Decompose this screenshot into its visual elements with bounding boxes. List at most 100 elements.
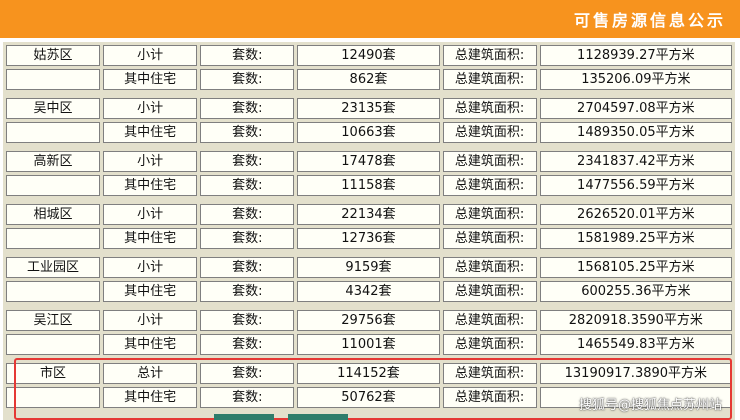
- gap-cell: [6, 252, 732, 254]
- count-value: 50762套: [297, 387, 440, 408]
- count-value: 12490套: [297, 45, 440, 66]
- row-type-label: 小计: [103, 310, 198, 331]
- row-gap: [6, 199, 732, 201]
- table-row: 其中住宅 套数: 862套 总建筑面积: 135206.09平方米: [6, 69, 732, 90]
- count-label: 套数:: [200, 122, 295, 143]
- area-label: 总建筑面积:: [442, 257, 537, 278]
- area-label: 总建筑面积:: [442, 334, 537, 355]
- row-gap: [6, 146, 732, 148]
- row-type-label: 其中住宅: [103, 122, 198, 143]
- row-type-label: 其中住宅: [103, 387, 198, 408]
- listing-table: 姑苏区 小计 套数: 12490套 总建筑面积: 1128939.27平方米 其中住宅 套数:…: [3, 42, 735, 411]
- row-type-label: 小计: [103, 204, 198, 225]
- count-label: 套数:: [200, 363, 295, 384]
- count-label: 套数:: [200, 175, 295, 196]
- row-type-label: 其中住宅: [103, 69, 198, 90]
- count-label: 套数:: [200, 334, 295, 355]
- area-value: 1581989.25平方米: [539, 228, 732, 249]
- count-label: 套数:: [200, 69, 295, 90]
- gap-cell: [6, 199, 732, 201]
- area-value: 1568105.25平方米: [539, 257, 732, 278]
- district-name: 高新区: [6, 151, 101, 172]
- district-name-empty: [6, 228, 101, 249]
- area-value: 1465549.83平方米: [539, 334, 732, 355]
- district-name: 相城区: [6, 204, 101, 225]
- count-label: 套数:: [200, 257, 295, 278]
- district-name-empty: [6, 175, 101, 196]
- area-value: 135206.09平方米: [539, 69, 732, 90]
- gap-cell: [6, 305, 732, 307]
- table-row: 姑苏区 小计 套数: 12490套 总建筑面积: 1128939.27平方米: [6, 45, 732, 66]
- area-label: 总建筑面积:: [442, 175, 537, 196]
- area-value: 2704597.08平方米: [539, 98, 732, 119]
- area-label: 总建筑面积:: [442, 204, 537, 225]
- page-header: 可售房源信息公示: [0, 0, 740, 38]
- table-row: 市区 总计 套数: 114152套 总建筑面积: 13190917.3890平方米: [6, 363, 732, 384]
- district-name: 吴江区: [6, 310, 101, 331]
- district-name: 市区: [6, 363, 101, 384]
- watermark: 搜狐号@搜狐焦点苏州站: [578, 398, 722, 413]
- count-value: 114152套: [297, 363, 440, 384]
- count-value: 29756套: [297, 310, 440, 331]
- row-type-label: 小计: [103, 45, 198, 66]
- row-type-label: 其中住宅: [103, 334, 198, 355]
- district-name-empty: [6, 281, 101, 302]
- area-value: 1477556.59平方米: [539, 175, 732, 196]
- area-label: 总建筑面积:: [442, 122, 537, 143]
- area-label: 总建筑面积:: [442, 363, 537, 384]
- gap-cell: [6, 93, 732, 95]
- count-value: 862套: [297, 69, 440, 90]
- row-type-label: 小计: [103, 98, 198, 119]
- district-name-empty: [6, 334, 101, 355]
- count-value: 22134套: [297, 204, 440, 225]
- count-label: 套数:: [200, 387, 295, 408]
- count-label: 套数:: [200, 310, 295, 331]
- area-value: 1489350.05平方米: [539, 122, 732, 143]
- table-row: 其中住宅 套数: 11158套 总建筑面积: 1477556.59平方米: [6, 175, 732, 196]
- count-value: 17478套: [297, 151, 440, 172]
- table-row: 工业园区 小计 套数: 9159套 总建筑面积: 1568105.25平方米: [6, 257, 732, 278]
- table-row: 其中住宅 套数: 11001套 总建筑面积: 1465549.83平方米: [6, 334, 732, 355]
- area-value: 600255.36平方米: [539, 281, 732, 302]
- count-value: 9159套: [297, 257, 440, 278]
- district-name-empty: [6, 387, 101, 408]
- row-type-label: 其中住宅: [103, 281, 198, 302]
- row-type-label: 总计: [103, 363, 198, 384]
- count-label: 套数:: [200, 45, 295, 66]
- bottom-tab-marker: [214, 414, 274, 420]
- district-name-empty: [6, 122, 101, 143]
- count-value: 11158套: [297, 175, 440, 196]
- district-name: 姑苏区: [6, 45, 101, 66]
- district-name: 工业园区: [6, 257, 101, 278]
- table-row: 高新区 小计 套数: 17478套 总建筑面积: 2341837.42平方米: [6, 151, 732, 172]
- row-gap: [6, 358, 732, 360]
- area-value: 2341837.42平方米: [539, 151, 732, 172]
- count-label: 套数:: [200, 204, 295, 225]
- area-label: 总建筑面积:: [442, 45, 537, 66]
- count-value: 10663套: [297, 122, 440, 143]
- row-gap: [6, 252, 732, 254]
- table-row: 吴中区 小计 套数: 23135套 总建筑面积: 2704597.08平方米: [6, 98, 732, 119]
- area-label: 总建筑面积:: [442, 228, 537, 249]
- district-name-empty: [6, 69, 101, 90]
- area-label: 总建筑面积:: [442, 387, 537, 408]
- row-gap: [6, 93, 732, 95]
- row-type-label: 小计: [103, 257, 198, 278]
- listing-table-container: 姑苏区 小计 套数: 12490套 总建筑面积: 1128939.27平方米 其中住宅 套数:…: [3, 42, 735, 420]
- area-value: 13190917.3890平方米: [539, 363, 732, 384]
- count-value: 11001套: [297, 334, 440, 355]
- table-row: 其中住宅 套数: 12736套 总建筑面积: 1581989.25平方米: [6, 228, 732, 249]
- area-value: 1128939.27平方米: [539, 45, 732, 66]
- row-gap: [6, 305, 732, 307]
- row-type-label: 小计: [103, 151, 198, 172]
- area-value: 2820918.3590平方米: [539, 310, 732, 331]
- count-value: 23135套: [297, 98, 440, 119]
- row-type-label: 其中住宅: [103, 175, 198, 196]
- table-row: 其中住宅 套数: 10663套 总建筑面积: 1489350.05平方米: [6, 122, 732, 143]
- bottom-tab-marker: [288, 414, 348, 420]
- area-label: 总建筑面积:: [442, 310, 537, 331]
- gap-cell: [6, 358, 732, 360]
- count-label: 套数:: [200, 228, 295, 249]
- area-label: 总建筑面积:: [442, 98, 537, 119]
- table-row: 其中住宅 套数: 4342套 总建筑面积: 600255.36平方米: [6, 281, 732, 302]
